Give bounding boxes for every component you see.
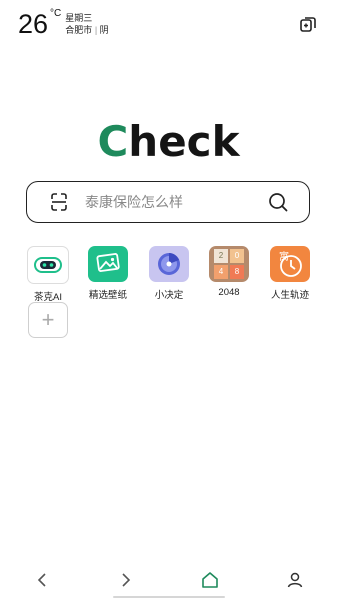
robot-icon — [27, 246, 69, 284]
temperature-unit: °C — [50, 8, 62, 19]
app-wallpaper[interactable]: 精选壁纸 — [78, 246, 138, 301]
clock-icon: 寓 — [270, 246, 310, 282]
svg-text:寓: 寓 — [279, 250, 289, 263]
forward-icon[interactable] — [116, 570, 136, 590]
wallpaper-icon — [88, 246, 128, 282]
weather-widget[interactable]: 26 °C 星期三 合肥市 | 阴 — [18, 8, 109, 40]
window-switch-icon[interactable] — [299, 16, 317, 34]
spinner-wheel-icon — [149, 246, 189, 282]
search-icon[interactable] — [267, 191, 289, 213]
profile-icon[interactable] — [285, 570, 305, 590]
add-app-button[interactable]: + — [28, 302, 68, 338]
home-indicator — [113, 596, 225, 598]
app-label: 2048 — [218, 287, 240, 298]
app-life-track[interactable]: 寓 人生轨迹 — [260, 246, 320, 301]
search-placeholder[interactable]: 泰康保险怎么样 — [85, 192, 267, 212]
scan-icon[interactable] — [48, 191, 70, 213]
location-condition: 合肥市 | 阴 — [65, 24, 108, 36]
app-2048[interactable]: 2 0 4 8 2048 — [199, 246, 259, 298]
temperature: 26 — [18, 9, 49, 39]
search-bar[interactable]: 泰康保险怎么样 — [26, 181, 310, 223]
home-icon[interactable] — [200, 570, 220, 590]
app-chake-ai[interactable]: 茶克AI — [18, 246, 78, 303]
2048-game-icon: 2 0 4 8 — [209, 246, 249, 282]
location: 合肥市 — [65, 25, 93, 35]
check-logo: Check — [97, 117, 240, 166]
back-icon[interactable] — [32, 570, 52, 590]
app-label: 精选壁纸 — [88, 290, 127, 301]
app-small-decision[interactable]: 小决定 — [139, 246, 199, 301]
separator: | — [94, 25, 98, 35]
bottom-navigation — [0, 570, 337, 596]
app-label: 茶克AI — [34, 292, 62, 303]
plus-icon: + — [41, 307, 55, 332]
app-label: 小决定 — [154, 290, 184, 301]
weather-condition: 阴 — [99, 25, 109, 35]
weekday: 星期三 — [65, 13, 93, 23]
app-label: 人生轨迹 — [270, 290, 309, 301]
